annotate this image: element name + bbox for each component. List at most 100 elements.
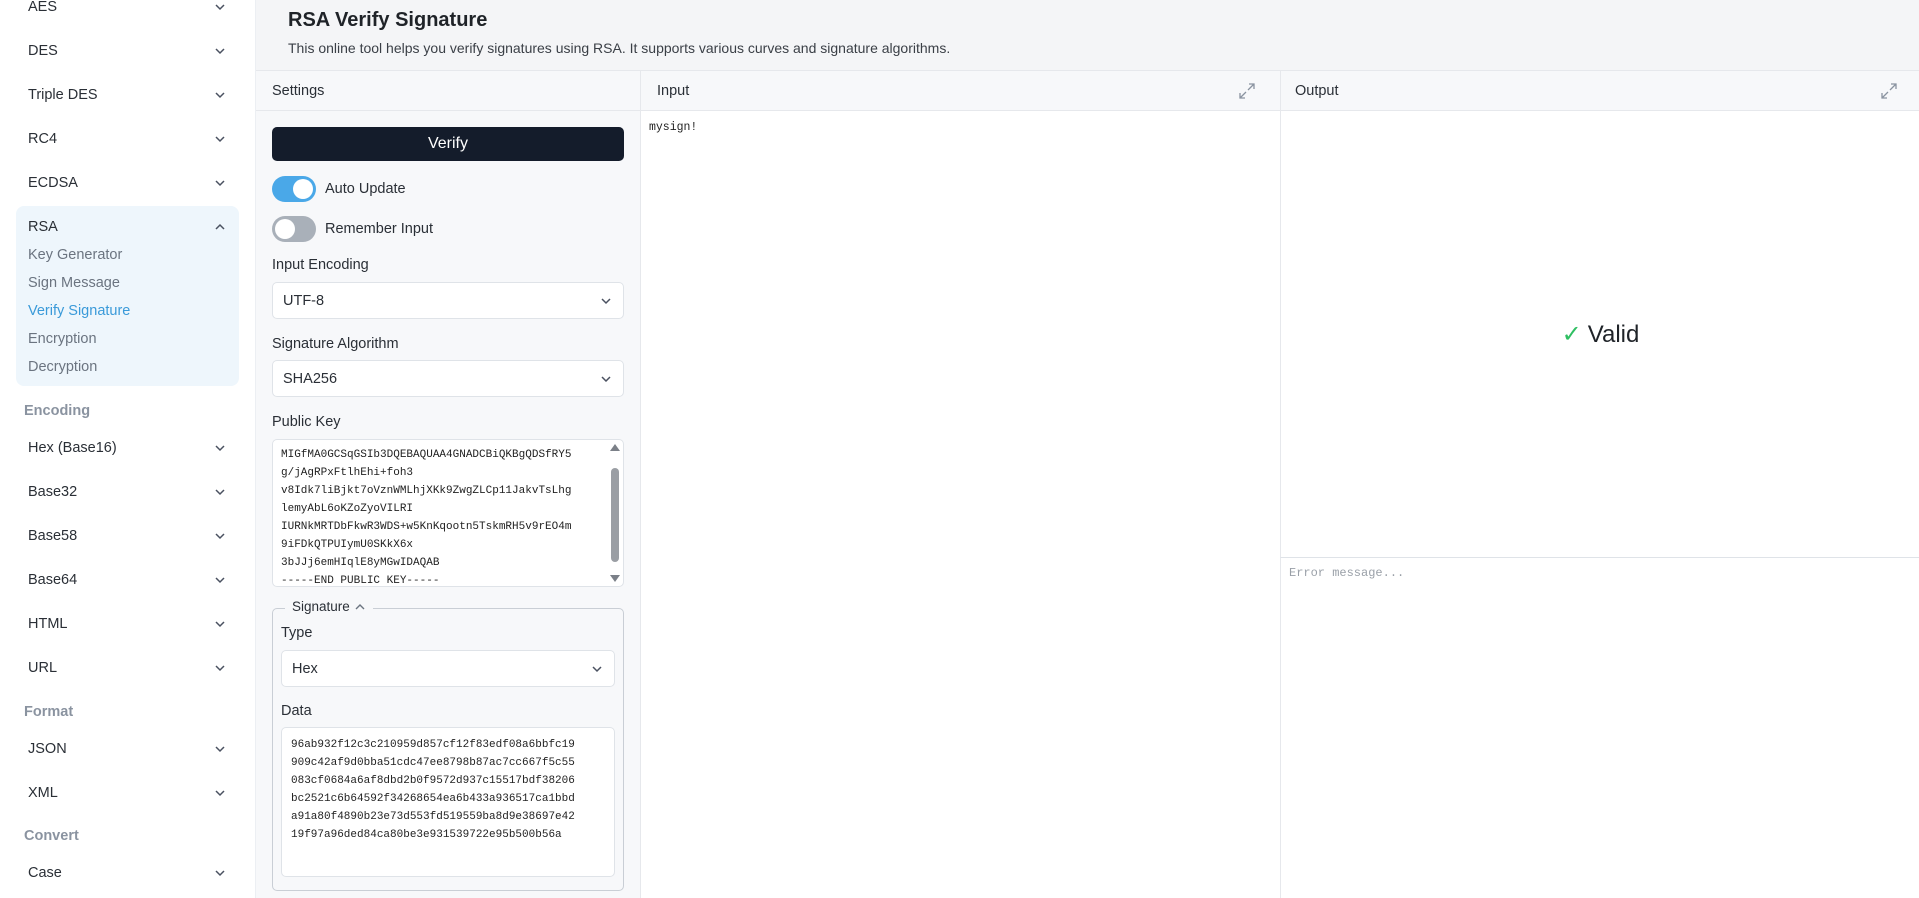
expand-icon[interactable] xyxy=(1237,81,1257,101)
chevron-down-icon xyxy=(213,441,227,455)
signature-algorithm-select[interactable]: SHA256 xyxy=(272,360,624,397)
signature-type-select[interactable]: Hex xyxy=(281,650,615,687)
input-textarea[interactable]: mysign! xyxy=(640,111,1280,898)
sidebar-item-rsa[interactable]: RSA xyxy=(16,209,239,245)
chevron-down-icon xyxy=(213,88,227,102)
sidebar-item-label: Base58 xyxy=(28,528,78,544)
sidebar-item-label: Triple DES xyxy=(28,87,98,103)
sidebar-item-label: URL xyxy=(28,660,58,676)
sidebar-item-base58[interactable]: Base58 xyxy=(16,518,239,554)
sidebar-item-triple-des[interactable]: Triple DES xyxy=(16,77,239,113)
chevron-down-icon xyxy=(213,661,227,675)
chevron-down-icon xyxy=(213,573,227,587)
select-value: SHA256 xyxy=(283,370,338,387)
sidebar-item-label: Base64 xyxy=(28,572,78,588)
sidebar-item-label: JSON xyxy=(28,741,67,757)
toggle-knob xyxy=(275,219,295,239)
verify-button[interactable]: Verify xyxy=(272,127,624,161)
sidebar-item-label: Case xyxy=(28,865,62,881)
scroll-up-icon[interactable] xyxy=(610,444,620,451)
sidebar-item-base32[interactable]: Base32 xyxy=(16,474,239,510)
remember-input-label: Remember Input xyxy=(325,221,433,237)
input-panel-header: Input xyxy=(640,71,1280,111)
input-panel-title: Input xyxy=(657,82,690,99)
sidebar-item-label: RSA xyxy=(28,219,58,235)
sidebar-item-base64[interactable]: Base64 xyxy=(16,562,239,598)
auto-update-label: Auto Update xyxy=(325,181,406,197)
error-message-textarea[interactable]: Error message... xyxy=(1280,558,1919,898)
select-value: UTF-8 xyxy=(283,292,325,309)
chevron-up-icon xyxy=(355,603,365,609)
remember-input-row: Remember Input xyxy=(272,216,433,242)
sidebar-item-url[interactable]: URL xyxy=(16,650,239,686)
sidebar-subitem-sign-message[interactable]: Sign Message xyxy=(28,275,120,291)
chevron-down-icon xyxy=(599,294,613,308)
auto-update-toggle[interactable] xyxy=(272,176,316,202)
result-text: Valid xyxy=(1587,320,1640,348)
toggle-knob xyxy=(293,179,313,199)
sidebar-subitem-key-generator[interactable]: Key Generator xyxy=(28,247,122,263)
expand-icon[interactable] xyxy=(1879,81,1899,101)
sidebar-item-label: Base32 xyxy=(28,484,78,500)
chevron-down-icon xyxy=(213,176,227,190)
chevron-down-icon xyxy=(213,485,227,499)
scrollbar[interactable] xyxy=(607,440,623,586)
input-encoding-label: Input Encoding xyxy=(272,257,369,273)
chevron-down-icon xyxy=(213,617,227,631)
sidebar-item-rc4[interactable]: RC4 xyxy=(16,121,239,157)
sidebar-item-xml[interactable]: XML xyxy=(16,775,239,811)
sidebar-item-label: Hex (Base16) xyxy=(28,440,117,456)
group-label-convert: Convert xyxy=(24,828,79,844)
scroll-thumb[interactable] xyxy=(611,468,619,562)
signature-legend[interactable]: Signature xyxy=(285,599,373,614)
chevron-down-icon xyxy=(213,132,227,146)
checkmark-icon: ✓ xyxy=(1561,321,1582,348)
sidebar-item-json[interactable]: JSON xyxy=(16,731,239,767)
sidebar-item-des[interactable]: DES xyxy=(16,33,239,69)
output-panel: ✓ Valid xyxy=(1280,111,1919,558)
settings-panel-title: Settings xyxy=(272,82,325,99)
select-value: Hex xyxy=(292,660,318,677)
sidebar-item-case[interactable]: Case xyxy=(16,855,239,891)
signature-algorithm-label: Signature Algorithm xyxy=(272,336,399,352)
chevron-down-icon xyxy=(599,372,613,386)
group-label-format: Format xyxy=(24,704,74,720)
signature-fieldset: Signature Type Hex Data 96ab932f12c3c210… xyxy=(272,599,624,891)
remember-input-toggle[interactable] xyxy=(272,216,316,242)
sidebar-item-label: XML xyxy=(28,785,58,801)
sidebar-item-label: HTML xyxy=(28,616,68,632)
chevron-up-icon xyxy=(213,220,227,234)
verification-result: ✓ Valid xyxy=(1281,111,1919,558)
input-encoding-select[interactable]: UTF-8 xyxy=(272,282,624,319)
chevron-down-icon xyxy=(213,866,227,880)
sidebar-item-hex[interactable]: Hex (Base16) xyxy=(16,430,239,466)
page-title: RSA Verify Signature xyxy=(288,9,488,31)
group-label-encoding: Encoding xyxy=(24,403,91,419)
sidebar-subitem-decryption[interactable]: Decryption xyxy=(28,359,97,375)
page-description: This online tool helps you verify signat… xyxy=(288,40,951,56)
page-header: RSA Verify Signature This online tool he… xyxy=(256,0,1919,71)
public-key-textarea[interactable]: MIGfMA0GCSqGSIb3DQEBAQUAA4GNADCBiQKBgQDS… xyxy=(272,439,624,587)
sidebar-item-label: ECDSA xyxy=(28,175,78,191)
output-panel-header: Output xyxy=(1280,71,1919,111)
sidebar: AES DES Triple DES RC4 ECDSA RSA Key Gen… xyxy=(0,0,256,898)
sidebar-item-html[interactable]: HTML xyxy=(16,606,239,642)
public-key-text: MIGfMA0GCSqGSIb3DQEBAQUAA4GNADCBiQKBgQDS… xyxy=(281,449,572,584)
scroll-down-icon[interactable] xyxy=(610,575,620,582)
sidebar-item-label: RC4 xyxy=(28,131,58,147)
signature-data-textarea[interactable]: 96ab932f12c3c210959d857cf12f83edf08a6bbf… xyxy=(281,727,615,877)
sidebar-item-ecdsa[interactable]: ECDSA xyxy=(16,165,239,201)
settings-panel: Verify Auto Update Remember Input Input … xyxy=(256,111,640,898)
sidebar-subitem-verify-signature[interactable]: Verify Signature xyxy=(28,303,130,319)
sidebar-item-aes[interactable]: AES xyxy=(16,0,239,25)
chevron-down-icon xyxy=(213,44,227,58)
signature-type-label: Type xyxy=(281,625,313,641)
output-panel-title: Output xyxy=(1295,82,1339,99)
sidebar-item-label: DES xyxy=(28,43,58,59)
chevron-down-icon xyxy=(213,529,227,543)
chevron-down-icon xyxy=(213,786,227,800)
chevron-down-icon xyxy=(590,662,604,676)
sidebar-subitem-encryption[interactable]: Encryption xyxy=(28,331,97,347)
sidebar-item-label: AES xyxy=(28,0,58,15)
chevron-down-icon xyxy=(213,742,227,756)
